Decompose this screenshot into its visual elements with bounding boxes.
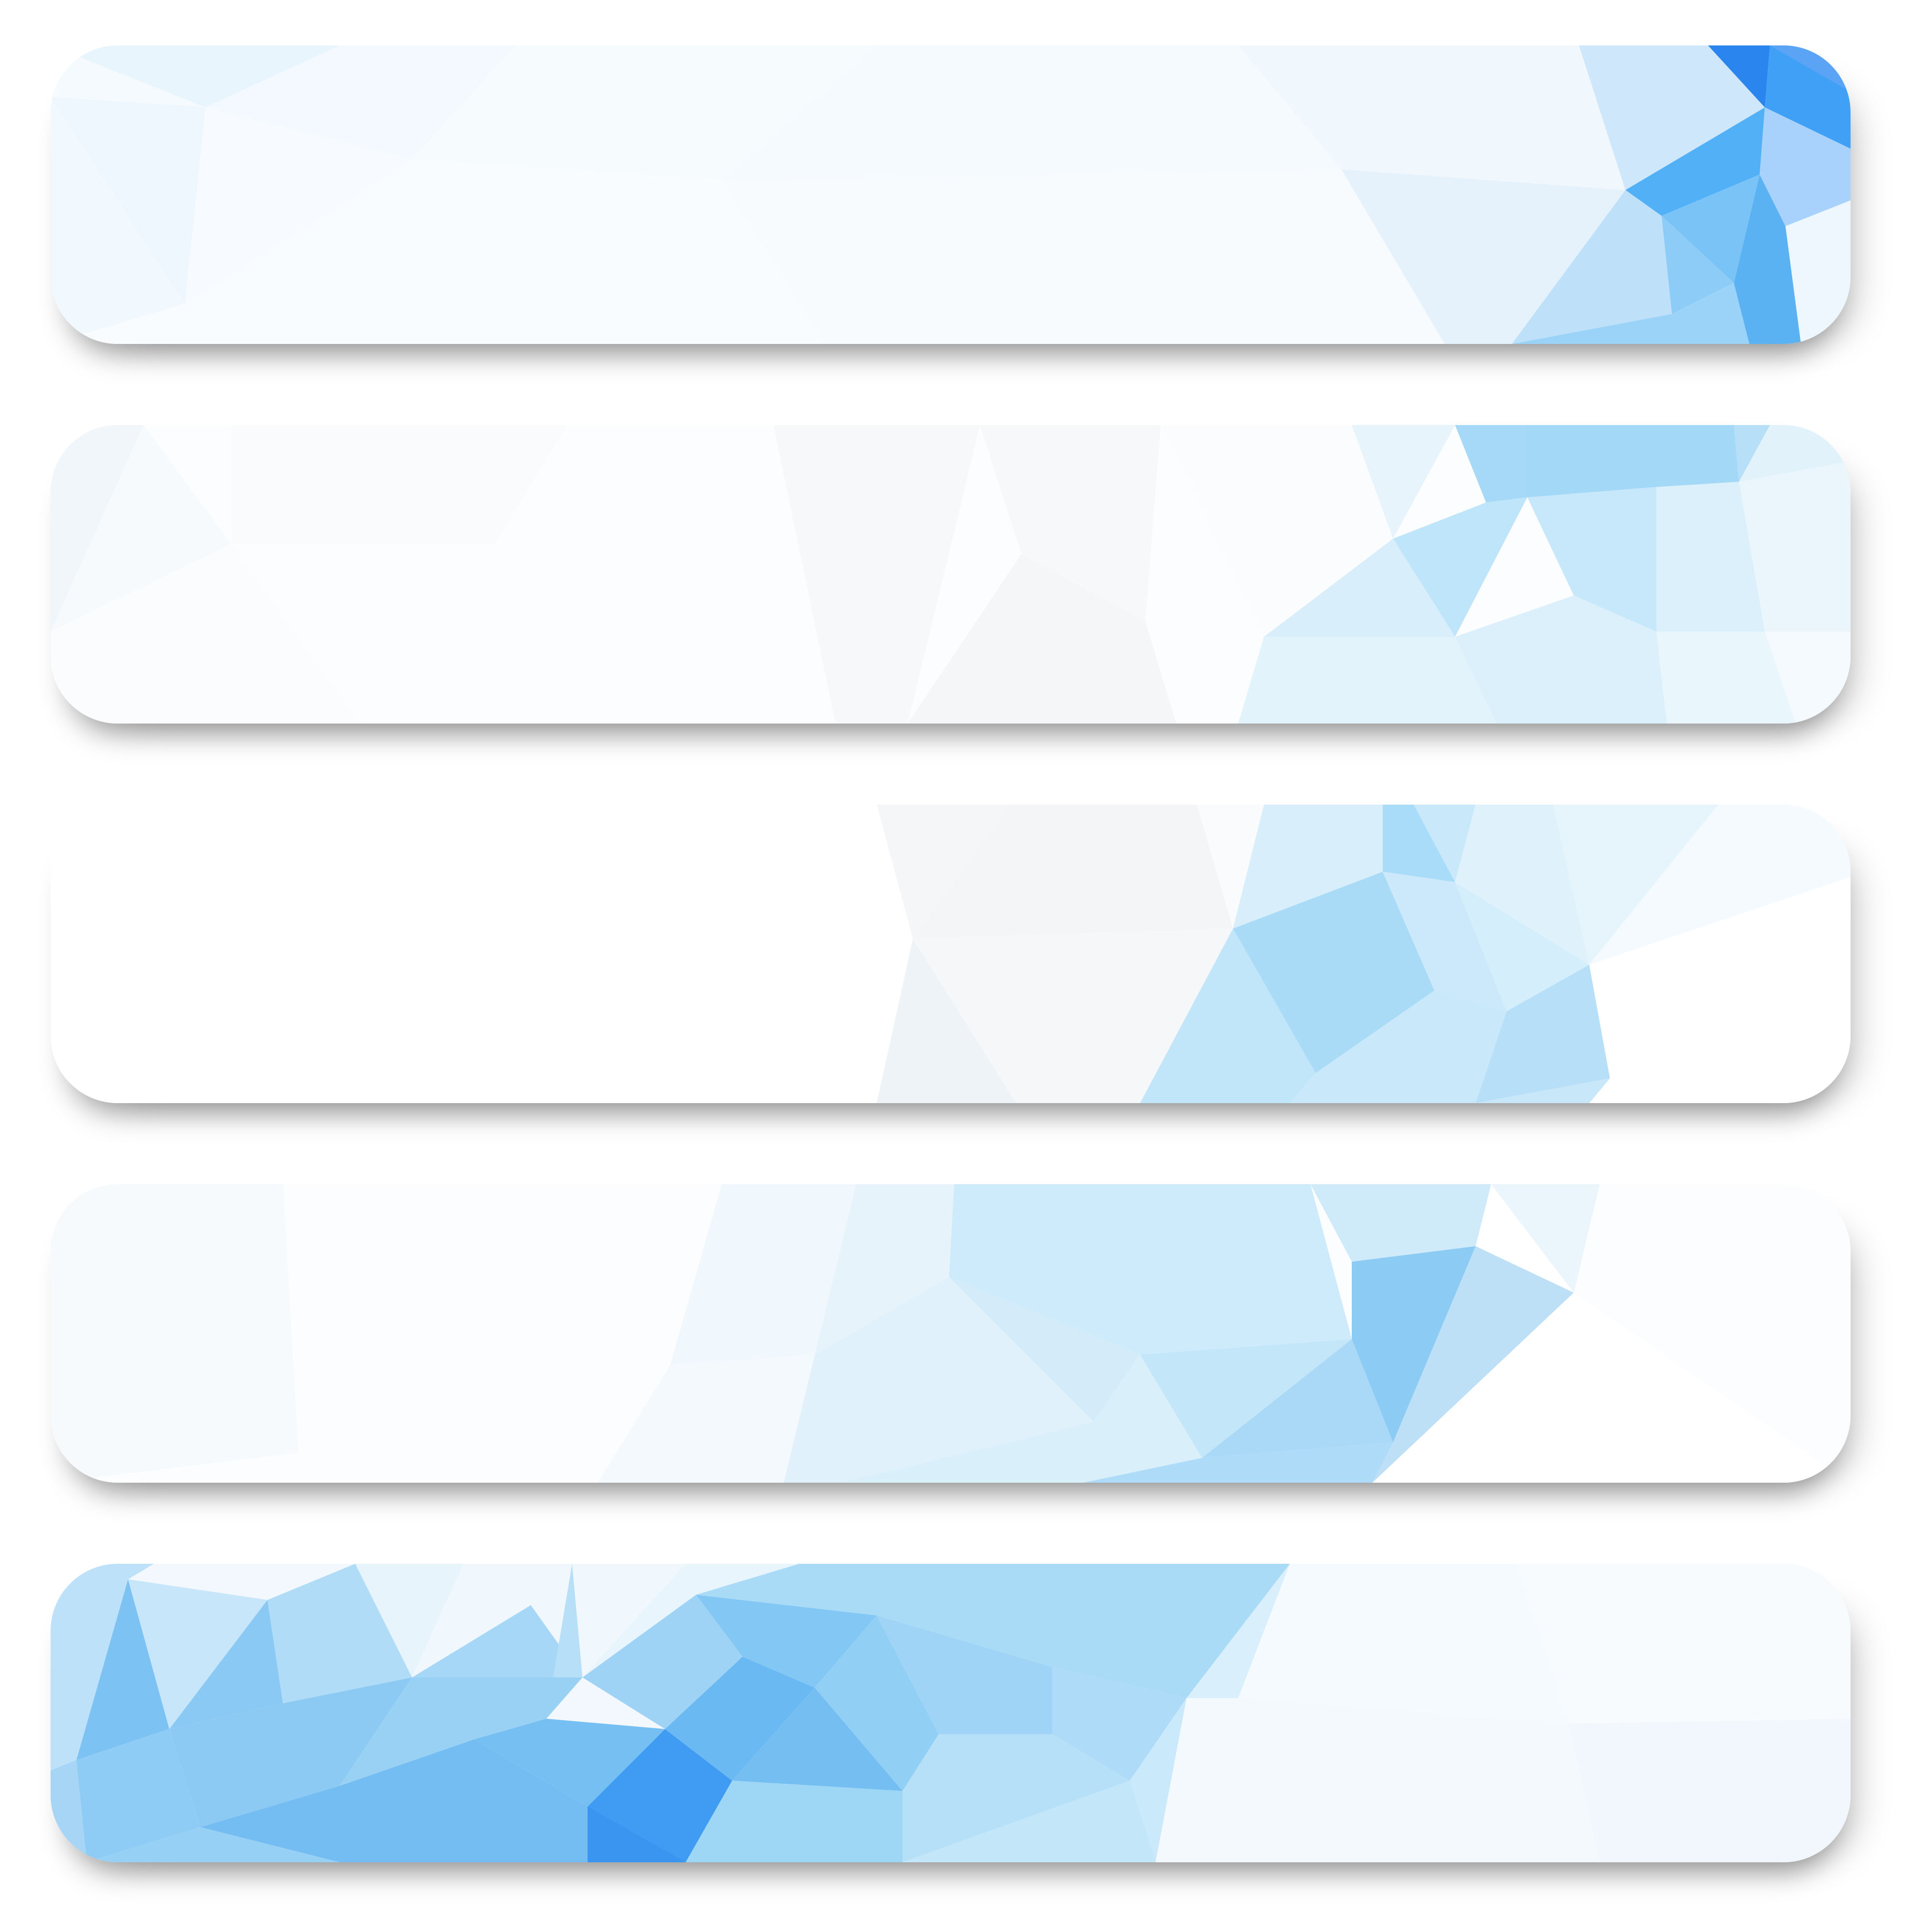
- polygon-banner-2: [51, 425, 1851, 724]
- polygon-pattern-5: [51, 1564, 1851, 1862]
- polygon-pattern-4: [51, 1184, 1851, 1483]
- polygon-pattern-2: [51, 425, 1851, 724]
- banner-set-canvas: [0, 0, 1928, 1932]
- polygon-pattern-1: [51, 45, 1851, 344]
- polygon-banner-1: [51, 45, 1851, 344]
- polygon-banner-5: [51, 1564, 1851, 1862]
- polygon-banner-3: [51, 805, 1851, 1103]
- polygon-banner-4: [51, 1184, 1851, 1483]
- polygon-pattern-3: [51, 805, 1851, 1103]
